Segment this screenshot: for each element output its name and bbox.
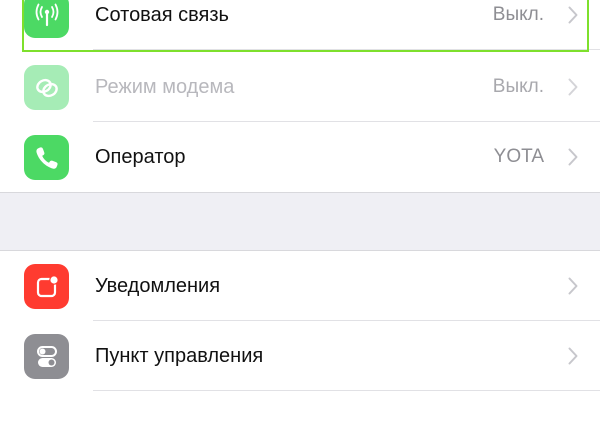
settings-group-system: Уведомления Пункт управления xyxy=(0,250,600,421)
settings-group-connectivity: Сотовая связь Выкл. Режим модема Выкл. О… xyxy=(0,0,600,193)
carrier-label: Оператор xyxy=(95,146,186,168)
personal-hotspot-label: Режим модема xyxy=(95,76,235,98)
toggles-icon xyxy=(24,334,69,379)
cellular-label: Сотовая связь xyxy=(95,4,229,26)
chevron-right-icon xyxy=(568,347,578,365)
settings-row-carrier[interactable]: Оператор YOTA xyxy=(0,122,600,192)
settings-row-personal-hotspot[interactable]: Режим модема Выкл. xyxy=(0,52,600,122)
carrier-value: YOTA xyxy=(493,146,544,167)
chevron-right-icon xyxy=(568,78,578,96)
antenna-icon xyxy=(24,0,69,38)
settings-row-cellular[interactable]: Сотовая связь Выкл. xyxy=(0,0,600,50)
notifications-label: Уведомления xyxy=(95,275,221,297)
chevron-right-icon xyxy=(568,6,578,24)
chain-link-icon xyxy=(24,65,69,110)
personal-hotspot-value: Выкл. xyxy=(492,76,544,97)
settings-row-notifications[interactable]: Уведомления xyxy=(0,251,600,321)
row-separator xyxy=(93,49,600,50)
control-center-label: Пункт управления xyxy=(95,345,264,367)
chevron-right-icon xyxy=(568,277,578,295)
row-separator xyxy=(93,390,600,391)
settings-row-control-center[interactable]: Пункт управления xyxy=(0,321,600,391)
cellular-value: Выкл. xyxy=(492,4,544,25)
chevron-right-icon xyxy=(568,148,578,166)
phone-icon xyxy=(24,135,69,180)
notifications-icon xyxy=(24,264,69,309)
